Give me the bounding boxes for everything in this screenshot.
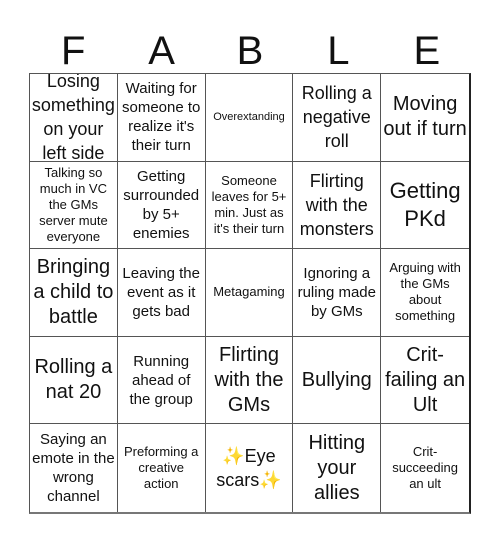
cell-text: Crit-succeeding an ult <box>392 444 458 492</box>
cell-text: Talking so much in VC the GMs server mut… <box>39 164 108 244</box>
bingo-cell[interactable]: Ignoring a ruling made by GMs <box>293 249 382 337</box>
cell-text: Losing something on your left side <box>31 74 115 162</box>
bingo-cell[interactable]: Bullying <box>293 336 382 425</box>
bingo-header: F A B L E <box>29 30 471 73</box>
bingo-cell-free-space[interactable]: ✨Eye scars✨ <box>206 424 294 512</box>
bingo-board: Losing something on your left side Waiti… <box>29 73 471 514</box>
header-letter-f: F <box>60 29 86 73</box>
cell-text: Saying an emote in the wrong channel <box>32 431 115 506</box>
bingo-cell[interactable]: Running ahead of the group <box>117 336 206 425</box>
bingo-cell[interactable]: Someone leaves for 5+ min. Just as it's … <box>205 161 294 250</box>
bingo-cell[interactable]: Moving out if turn <box>381 74 469 162</box>
bingo-cell[interactable]: Rolling a nat 20 <box>30 336 118 425</box>
cell-text: Flirting with the monsters <box>299 170 374 239</box>
cell-text: Ignoring a ruling made by GMs <box>297 264 376 320</box>
cell-text: Running ahead of the group <box>129 352 193 408</box>
cell-text: Moving out if turn <box>383 93 467 141</box>
cell-text: Crit-failing an Ult <box>385 343 466 416</box>
cell-text: ✨Eye scars✨ <box>216 446 282 491</box>
bingo-cell[interactable]: Hitting your allies <box>293 424 382 512</box>
cell-text: Someone leaves for 5+ min. Just as it's … <box>211 172 287 236</box>
bingo-cell[interactable]: Losing something on your left side <box>30 74 118 162</box>
bingo-cell[interactable]: Flirting with the GMs <box>205 336 294 425</box>
cell-text: Rolling a negative roll <box>301 83 372 152</box>
bingo-cell[interactable]: Flirting with the monsters <box>293 161 382 250</box>
bingo-cell[interactable]: Metagaming <box>205 249 294 337</box>
cell-text: Getting surrounded by 5+ enemies <box>123 167 200 242</box>
bingo-cell[interactable]: Crit-failing an Ult <box>381 337 469 425</box>
header-letter-e: E <box>413 29 441 73</box>
bingo-cell[interactable]: Rolling a negative roll <box>293 74 382 162</box>
header-letter-b: B <box>236 29 264 73</box>
cell-text: Preforming a creative action <box>123 444 199 492</box>
bingo-cell[interactable]: Talking so much in VC the GMs server mut… <box>30 161 118 250</box>
header-letter-l: L <box>327 29 350 73</box>
bingo-cell[interactable]: Getting PKd <box>381 162 469 250</box>
bingo-cell[interactable]: Waiting for someone to realize it's thei… <box>117 74 206 162</box>
cell-text: Waiting for someone to realize it's thei… <box>122 80 201 155</box>
bingo-cell[interactable]: Bringing a child to battle <box>30 249 118 337</box>
cell-text: Bullying <box>301 368 372 391</box>
header-letter-a: A <box>148 29 175 73</box>
bingo-cell[interactable]: Getting surrounded by 5+ enemies <box>117 161 206 250</box>
cell-text: Rolling a nat 20 <box>34 356 113 404</box>
cell-text: Flirting with the GMs <box>214 343 284 416</box>
cell-text: Getting PKd <box>389 177 461 231</box>
cell-text: Bringing a child to battle <box>33 255 114 328</box>
bingo-cell[interactable]: Saying an emote in the wrong channel <box>30 424 118 512</box>
cell-text: Arguing with the GMs about something <box>389 260 461 324</box>
cell-text: Overextanding <box>213 111 285 124</box>
bingo-cell[interactable]: Arguing with the GMs about something <box>381 249 469 337</box>
cell-text: Leaving the event as it gets bad <box>122 264 200 320</box>
cell-text: Hitting your allies <box>308 431 366 504</box>
cell-text: Metagaming <box>213 284 285 300</box>
bingo-cell[interactable]: Overextanding <box>205 74 294 162</box>
bingo-cell[interactable]: Crit-succeeding an ult <box>381 424 469 512</box>
bingo-cell[interactable]: Leaving the event as it gets bad <box>117 249 206 337</box>
bingo-cell[interactable]: Preforming a creative action <box>118 424 206 512</box>
